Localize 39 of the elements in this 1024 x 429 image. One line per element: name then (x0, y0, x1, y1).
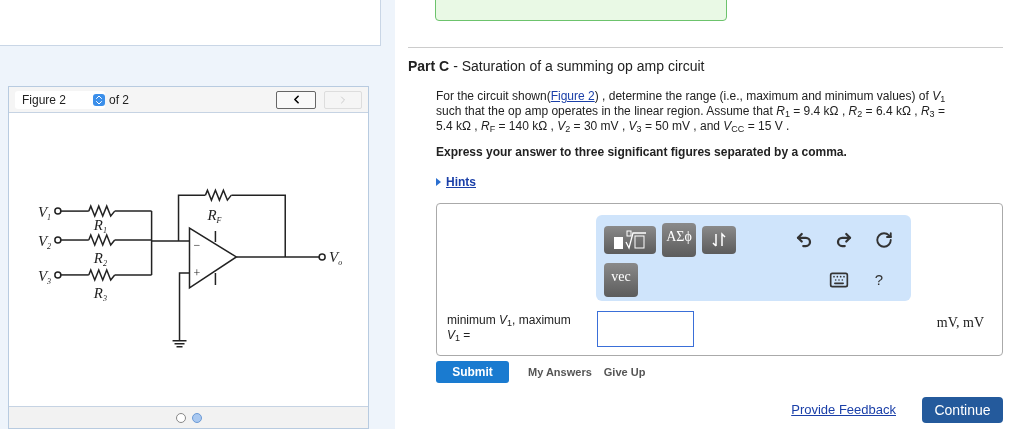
keyboard-icon[interactable] (828, 270, 849, 290)
toolbar-button[interactable]: vec (604, 263, 638, 297)
instruction-text: Express your answer to three significant figures separated by a comma. (436, 144, 848, 161)
part-title: Part C - Saturation of a summing op amp circuit (408, 57, 706, 76)
figure-select[interactable]: Figure 2 (15, 90, 105, 109)
figure-count: of 2 (109, 91, 129, 109)
circuit-label: + (193, 265, 201, 280)
hints-toggle[interactable]: Hints (436, 173, 476, 191)
question-text: For the circuit shown(Figure 2) , determine the range (i.e., maximum and minimum values) of V$_{1}$ such that the op amp operates in the linear region. Assume that R$_{1}$ = 9.4 kΩ , R$_{2}$ = 6.4 kΩ , R$_{3}$ = 5.4 kΩ , R$_{F}$ = 140 kΩ , V$_{2}$ = 30 mV , V$_{3}$ = 50 mV , and V$_{CC}$ = 15 V . (436, 89, 947, 134)
undo-icon[interactable] (795, 231, 813, 249)
toolbar-button[interactable] (702, 226, 736, 254)
figure-link[interactable]: Figure 2 (550, 89, 595, 103)
circuit-label: R$_{2}$ (93, 249, 107, 268)
circuit-label: V$_{1}$ (37, 204, 52, 223)
circuit-label: V$_{o}$ (329, 248, 343, 267)
redo-icon[interactable] (835, 231, 853, 249)
disclosure-icon (436, 178, 441, 186)
field-label: minimum V$_{1}$, maximum V$_{1}$ = (447, 312, 572, 343)
circuit-label: R$_{1}$ (93, 217, 107, 236)
previous-button[interactable] (276, 90, 316, 109)
continue-button[interactable]: Continue (922, 397, 1003, 423)
toolbar-button[interactable]: ΑΣϕ (662, 223, 696, 257)
my-answers-link[interactable]: My Answers (528, 363, 592, 381)
up-down-arrows-icon (712, 232, 726, 248)
give-up-link[interactable]: Give Up (603, 363, 646, 381)
template-button[interactable] (604, 226, 656, 254)
help-button[interactable]: ? (874, 268, 883, 292)
circuit-label: − (193, 238, 201, 252)
reset-icon[interactable] (875, 231, 893, 249)
circuit-label: R$_{3}$ (93, 284, 107, 303)
circuit-label: V$_{3}$ (37, 267, 52, 286)
select-arrows-icon (93, 93, 105, 106)
answer-field[interactable] (597, 311, 694, 347)
circuit-label: V$_{2}$ (37, 233, 52, 251)
submit-button[interactable]: Submit (436, 361, 509, 383)
feedback-link[interactable]: Provide Feedback (791, 400, 896, 420)
template-icon (612, 230, 648, 250)
units-text: mV, mV (936, 314, 984, 332)
circuit-label: R$_{F}$ (207, 207, 222, 226)
